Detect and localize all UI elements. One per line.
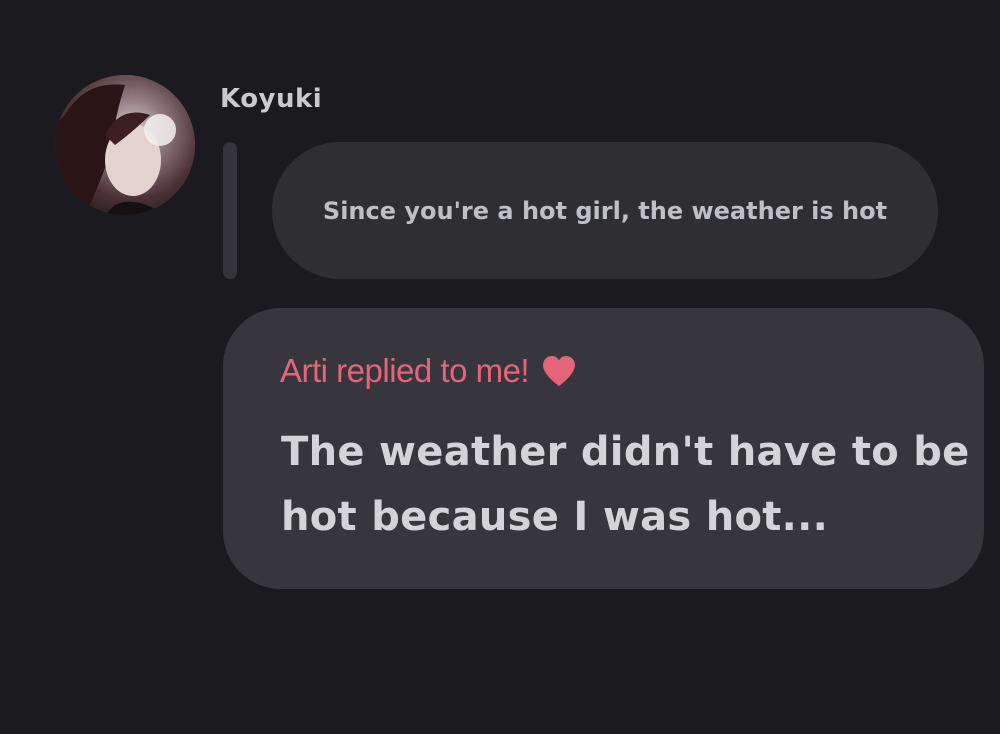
reply-message-bubble[interactable]: Arti replied to me! The weather didn't h…: [223, 308, 984, 589]
sender-name: Koyuki: [220, 84, 323, 114]
reply-label: Arti replied to me!: [280, 352, 530, 389]
profile-photo-icon: [55, 75, 195, 215]
reply-text-line-1: The weather didn't have to be: [281, 429, 970, 475]
reply-header: Arti replied to me!: [280, 352, 577, 390]
heart-icon: [543, 356, 576, 386]
reply-message-text: The weather didn't have to be hot becaus…: [281, 420, 981, 550]
quoted-message-bubble[interactable]: Since you're a hot girl, the weather is …: [272, 142, 938, 279]
thread-line: [223, 142, 237, 279]
quoted-message-text: Since you're a hot girl, the weather is …: [322, 196, 888, 225]
avatar[interactable]: [55, 75, 195, 215]
reply-text-line-2: hot because I was hot...: [281, 494, 829, 540]
